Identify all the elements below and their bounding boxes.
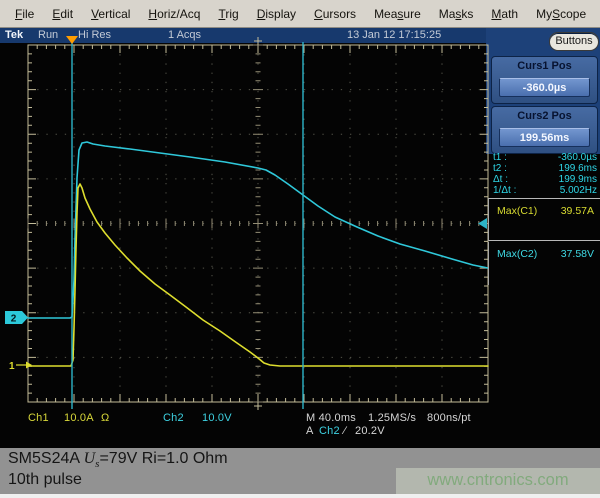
measurement-max-c1: Max(C1) 39.57A — [488, 198, 600, 241]
acq-count: 1 Acqs — [168, 29, 201, 41]
ch2-scale[interactable]: 10.0V — [202, 412, 232, 424]
trigger-level: 20.2V — [355, 425, 385, 437]
curs2-pos-value[interactable]: 199.56ms — [499, 128, 590, 147]
ch1-label[interactable]: Ch1 — [28, 412, 49, 424]
menu-item-file[interactable]: File — [6, 4, 43, 24]
cursor-readout-row-1: t2 :199.6ms — [493, 163, 597, 174]
sample-rate-readout: 1.25MS/s — [368, 412, 416, 424]
menu-item-cursors[interactable]: Cursors — [305, 4, 365, 24]
max-c2-value: 37.58V — [561, 248, 594, 260]
menu-item-display[interactable]: Display — [248, 4, 305, 24]
trigger-position-marker[interactable] — [66, 36, 78, 44]
caption-area: SM5S24A Us=79V Ri=1.0 Ohm 10th pulse www… — [0, 448, 600, 494]
menu-item-myscope[interactable]: MyScope — [527, 4, 595, 24]
trigger-source: Ch2 — [319, 425, 340, 437]
cursor-readout-row-3: 1/Δt :5.002Hz — [493, 185, 597, 196]
ch1-marker-label: 1 — [9, 361, 15, 372]
scope-screen: 2 1 Tek Run Hi Res 1 Acqs 13 Jan 12 17:1… — [0, 28, 600, 448]
curs1-pos-title: Curs1 Pos — [492, 60, 597, 72]
curs1-pos-box: Curs1 Pos -360.0µs — [491, 56, 598, 104]
graticule-grid — [28, 45, 488, 402]
menu-item-utilities[interactable]: Utilities — [595, 4, 600, 24]
buttons-button[interactable]: Buttons — [549, 32, 599, 51]
menu-item-masks[interactable]: Masks — [430, 4, 483, 24]
max-c1-value: 39.57A — [561, 205, 594, 217]
curs1-pos-value[interactable]: -360.0µs — [499, 78, 590, 97]
menu-item-horiz-acq[interactable]: Horiz/Acq — [139, 4, 209, 24]
caption-device: SM5S24A — [8, 450, 84, 467]
ch2-marker-label: 2 — [11, 314, 17, 325]
bottom-strip — [0, 494, 600, 498]
ch2-label[interactable]: Ch2 — [163, 412, 184, 424]
curs2-pos-title: Curs2 Pos — [492, 110, 597, 122]
menu-item-measure[interactable]: Measure — [365, 4, 430, 24]
run-status: Run — [38, 29, 58, 41]
ch1-coupling: Ω — [101, 412, 109, 424]
cursor-readouts: t1 :-360.0µst2 :199.6msΔt :199.9ms1/Δt :… — [493, 152, 597, 196]
cursor-readout-row-2: Δt :199.9ms — [493, 174, 597, 185]
ch2-ground-marker[interactable]: 2 — [5, 311, 28, 325]
menubar: FileEditVerticalHoriz/AcqTrigDisplayCurs… — [0, 0, 600, 28]
trigger-slope-icon: ∕ — [344, 425, 346, 437]
caption-u-var: U — [84, 450, 96, 467]
max-c1-label: Max(C1) — [497, 205, 537, 217]
measurement-max-c2: Max(C2) 37.58V — [488, 242, 600, 285]
oscilloscope-app: FileEditVerticalHoriz/AcqTrigDisplayCurs… — [0, 0, 600, 498]
menu-item-edit[interactable]: Edit — [43, 4, 82, 24]
menu-item-trig[interactable]: Trig — [209, 4, 247, 24]
trigger-mode: A — [306, 425, 314, 437]
caption-line1: SM5S24A Us=79V Ri=1.0 Ohm — [8, 450, 228, 470]
record-resolution-readout: 800ns/pt — [427, 412, 471, 424]
tek-logo: Tek — [5, 29, 23, 41]
menu-item-vertical[interactable]: Vertical — [82, 4, 139, 24]
caption-params: =79V Ri=1.0 Ohm — [99, 450, 227, 467]
curs2-pos-box: Curs2 Pos 199.56ms — [491, 106, 598, 154]
cursor-readout-row-0: t1 :-360.0µs — [493, 152, 597, 163]
watermark: www.cntronics.com — [396, 468, 600, 494]
timebase-readout: M 40.0ms — [306, 412, 356, 424]
menu-item-math[interactable]: Math — [482, 4, 527, 24]
caption-line2: 10th pulse — [8, 471, 82, 489]
max-c2-label: Max(C2) — [497, 248, 537, 260]
ch1-scale[interactable]: 10.0A — [64, 412, 94, 424]
trigger-level-arrow[interactable] — [478, 218, 487, 229]
datetime: 13 Jan 12 17:15:25 — [347, 29, 441, 41]
acq-mode: Hi Res — [78, 29, 111, 41]
ch1-ground-marker[interactable]: 1 — [9, 361, 32, 372]
